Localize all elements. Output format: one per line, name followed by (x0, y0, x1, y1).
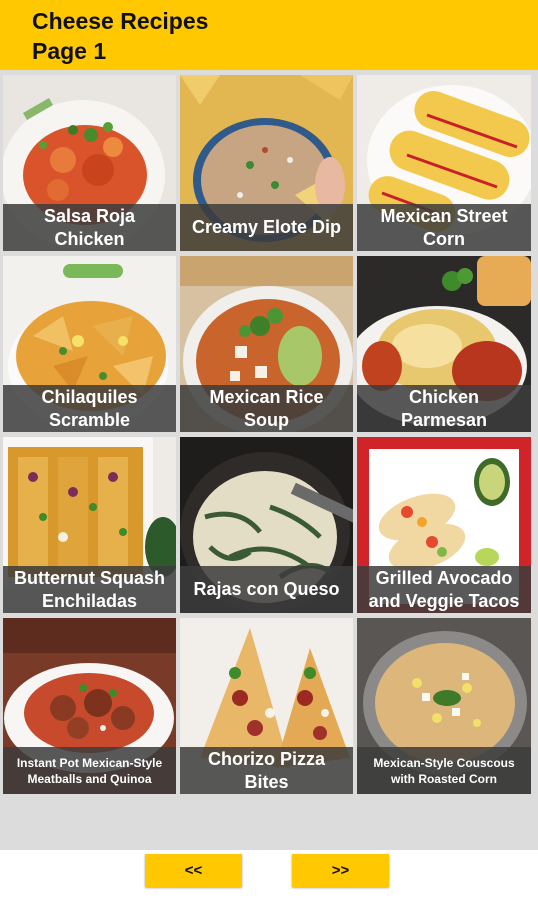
recipe-grid: Salsa Roja Chicken Creamy Elote Dip Mexi… (3, 75, 534, 794)
recipe-card-chorizo-pizza-bites[interactable]: Chorizo Pizza Bites (180, 618, 353, 794)
recipe-card-salsa-roja-chicken[interactable]: Salsa Roja Chicken (3, 75, 176, 251)
recipe-card-meatballs-quinoa[interactable]: Instant Pot Mexican-Style Meatballs and Q… (3, 618, 176, 794)
recipe-title: Salsa Roja Chicken (3, 204, 176, 251)
recipe-title: Rajas con Queso (180, 566, 353, 613)
recipe-card-chilaquiles-scramble[interactable]: Chilaquiles Scramble (3, 256, 176, 432)
recipe-card-couscous-roasted-corn[interactable]: Mexican-Style Couscous with Roasted Corn (357, 618, 531, 794)
previous-page-button[interactable]: << (145, 854, 242, 887)
next-page-button[interactable]: >> (292, 854, 389, 887)
recipe-card-grilled-avocado-tacos[interactable]: Grilled Avocado and Veggie Tacos (357, 437, 531, 613)
recipe-card-mexican-rice-soup[interactable]: Mexican Rice Soup (180, 256, 353, 432)
header-bar: Cheese Recipes Page 1 (0, 0, 538, 70)
pagination-footer: << >> (0, 850, 538, 900)
page-title: Cheese Recipes Page 1 (32, 6, 208, 66)
recipe-card-butternut-squash-enchiladas[interactable]: Butternut Squash Enchiladas (3, 437, 176, 613)
title-line-2: Page 1 (32, 38, 107, 64)
recipe-title: Chicken Parmesan (357, 385, 531, 432)
recipe-title: Creamy Elote Dip (180, 204, 353, 251)
recipe-title: Chilaquiles Scramble (3, 385, 176, 432)
title-line-1: Cheese Recipes (32, 8, 209, 34)
recipe-title: Chorizo Pizza Bites (180, 747, 353, 794)
recipe-grid-area: Salsa Roja Chicken Creamy Elote Dip Mexi… (0, 70, 538, 850)
recipe-title: Mexican Street Corn (357, 204, 531, 251)
recipe-title: Butternut Squash Enchiladas (3, 566, 176, 613)
recipe-title: Mexican-Style Couscous with Roasted Corn (357, 747, 531, 794)
recipe-card-mexican-street-corn[interactable]: Mexican Street Corn (357, 75, 531, 251)
recipe-title: Instant Pot Mexican-Style Meatballs and Q… (3, 747, 176, 794)
recipe-card-chicken-parmesan[interactable]: Chicken Parmesan (357, 256, 531, 432)
recipe-title: Grilled Avocado and Veggie Tacos (357, 566, 531, 613)
recipe-card-creamy-elote-dip[interactable]: Creamy Elote Dip (180, 75, 353, 251)
recipe-card-rajas-con-queso[interactable]: Rajas con Queso (180, 437, 353, 613)
recipe-title: Mexican Rice Soup (180, 385, 353, 432)
